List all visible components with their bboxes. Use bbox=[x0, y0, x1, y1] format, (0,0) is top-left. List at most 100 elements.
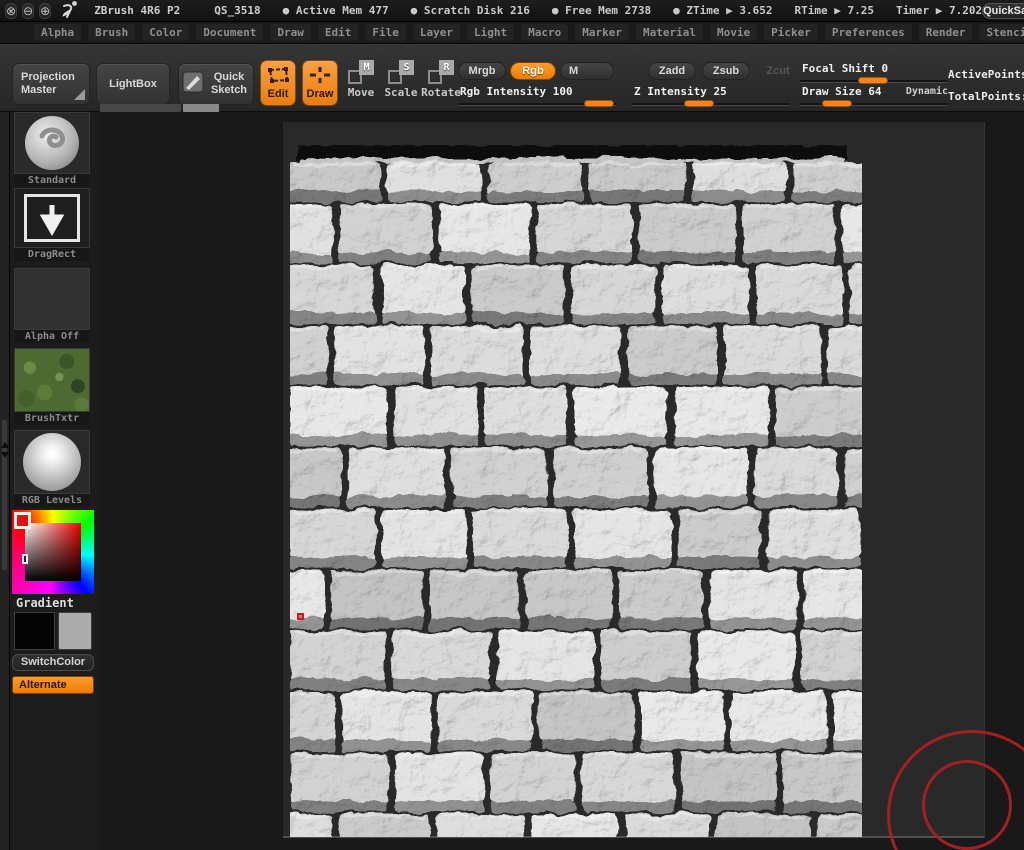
rotate-icon: R bbox=[428, 60, 454, 84]
stat-active-mem: ● Active Mem 477 bbox=[283, 4, 389, 17]
rgb-toggle-active[interactable]: Rgb bbox=[510, 62, 556, 80]
rgb-intensity-slider[interactable]: Rgb Intensity 100 bbox=[458, 85, 616, 107]
tray-edge-strip bbox=[100, 104, 181, 112]
brush-sphere-icon bbox=[25, 116, 79, 170]
brick-wall-render bbox=[290, 145, 862, 837]
menu-item-marker[interactable]: Marker bbox=[575, 24, 629, 41]
switch-color-button[interactable]: SwitchColor bbox=[12, 654, 94, 671]
gradient-label[interactable]: Gradient bbox=[16, 596, 74, 610]
menu-item-document[interactable]: Document bbox=[196, 24, 263, 41]
app-title: ZBrush 4R6 P2 bbox=[94, 4, 180, 17]
tray-divider[interactable] bbox=[0, 112, 10, 850]
current-stroke-thumbnail[interactable] bbox=[14, 188, 90, 248]
scale-label: Scale bbox=[384, 86, 417, 99]
transform-gizmo-icon bbox=[266, 66, 290, 87]
zsub-toggle[interactable]: Zsub bbox=[702, 62, 750, 80]
menu-item-movie[interactable]: Movie bbox=[710, 24, 757, 41]
canvas-background[interactable] bbox=[100, 112, 1024, 850]
rotate-mode-button[interactable]: R Rotate bbox=[422, 60, 460, 106]
menu-bar: Alpha Brush Color Document Draw Edit File Layer… bbox=[0, 22, 1024, 44]
main-color-swatch[interactable] bbox=[14, 612, 55, 650]
material-name-label: RGB Levels bbox=[14, 494, 90, 507]
saturation-value-square[interactable] bbox=[25, 523, 81, 581]
color-picker[interactable] bbox=[12, 510, 94, 594]
m-toggle[interactable]: M bbox=[560, 62, 614, 80]
current-alpha-thumbnail[interactable] bbox=[14, 268, 90, 330]
projection-master-button[interactable]: Projection Master bbox=[12, 63, 90, 105]
maximize-window-icon[interactable]: ⊕ bbox=[39, 3, 51, 19]
menu-item-file[interactable]: File bbox=[365, 24, 406, 41]
top-shelf-toolbar: Projection Master LightBox Quick Sketch … bbox=[0, 44, 1024, 112]
left-shelf: Standard DragRect Alpha Off BrushTxtr RG… bbox=[0, 112, 100, 850]
slider-handle[interactable] bbox=[822, 100, 852, 107]
current-material-thumbnail[interactable] bbox=[14, 430, 90, 494]
quick-sketch-label: Quick Sketch bbox=[208, 71, 250, 97]
red-circle-widget-inner bbox=[922, 760, 1012, 850]
color-cursor-icon[interactable] bbox=[22, 554, 28, 564]
stroke-name-label: DragRect bbox=[14, 248, 90, 261]
menu-item-macro[interactable]: Macro bbox=[521, 24, 568, 41]
draw-mode-button[interactable]: Draw bbox=[302, 60, 338, 106]
rgb-intensity-label: Rgb Intensity bbox=[460, 85, 546, 98]
menu-item-layer[interactable]: Layer bbox=[413, 24, 460, 41]
texture-name-label: BrushTxtr bbox=[14, 412, 90, 425]
zadd-toggle[interactable]: Zadd bbox=[648, 62, 696, 80]
sculpt-brick-wall[interactable] bbox=[290, 145, 862, 837]
scale-mode-button[interactable]: S Scale bbox=[382, 60, 420, 106]
stat-ztime: ● ZTime ▶ 3.652 bbox=[673, 4, 772, 17]
quick-sketch-button[interactable]: Quick Sketch bbox=[178, 63, 254, 105]
menu-item-brush[interactable]: Brush bbox=[88, 24, 135, 41]
draw-size-label: Draw Size bbox=[802, 85, 862, 98]
mrgb-toggle[interactable]: Mrgb bbox=[458, 62, 506, 80]
z-intensity-slider[interactable]: Z Intensity 25 bbox=[632, 85, 790, 107]
menu-item-preferences[interactable]: Preferences bbox=[825, 24, 912, 41]
brush-name-label: Standard bbox=[14, 174, 90, 187]
selected-color-swatch bbox=[14, 512, 31, 529]
focal-shift-slider[interactable]: Focal Shift 0 bbox=[800, 62, 948, 84]
stat-free-mem: ● Free Mem 2738 bbox=[552, 4, 651, 17]
menu-item-picker[interactable]: Picker bbox=[764, 24, 818, 41]
menu-item-light[interactable]: Light bbox=[467, 24, 514, 41]
rgb-intensity-value: 100 bbox=[553, 85, 573, 98]
current-brush-thumbnail[interactable] bbox=[14, 112, 90, 174]
rotate-label: Rotate bbox=[421, 86, 461, 99]
quicksave-button[interactable]: QuickSave bbox=[982, 3, 1024, 19]
alternate-button[interactable]: Alternate bbox=[12, 676, 94, 694]
lightbox-button[interactable]: LightBox bbox=[96, 63, 170, 105]
menu-item-draw[interactable]: Draw bbox=[270, 24, 311, 41]
edit-label: Edit bbox=[268, 88, 289, 100]
slider-handle[interactable] bbox=[584, 100, 614, 107]
minimize-window-icon[interactable]: ⊖ bbox=[22, 3, 34, 19]
move-icon: M bbox=[348, 60, 374, 84]
slider-handle[interactable] bbox=[684, 100, 714, 107]
zbrush-document-canvas[interactable] bbox=[283, 122, 985, 838]
focal-shift-label: Focal Shift bbox=[802, 62, 875, 75]
menu-item-render[interactable]: Render bbox=[919, 24, 973, 41]
points-readout: ActivePoints: TotalPoints: 1 bbox=[948, 64, 1024, 108]
material-sphere-icon bbox=[23, 433, 81, 491]
edit-mode-button[interactable]: Edit bbox=[260, 60, 296, 106]
secondary-color-swatch[interactable] bbox=[58, 612, 92, 650]
pen-icon bbox=[182, 71, 204, 97]
menu-item-stencil[interactable]: Stencil bbox=[979, 24, 1024, 41]
total-points-label: TotalPoints: 1 bbox=[948, 86, 1024, 108]
menu-item-edit[interactable]: Edit bbox=[318, 24, 359, 41]
z-intensity-value: 25 bbox=[713, 85, 726, 98]
menu-item-material[interactable]: Material bbox=[636, 24, 703, 41]
dynamic-label[interactable]: Dynamic bbox=[906, 86, 948, 97]
slider-handle[interactable] bbox=[858, 77, 888, 84]
title-bar: ⊗ ⊖ ⊕ ZBrush 4R6 P2 QS_3518 ● Active Mem… bbox=[0, 0, 1024, 22]
tray-toggle-up-icon[interactable] bbox=[1, 442, 9, 448]
zcut-toggle-disabled: Zcut bbox=[756, 62, 800, 80]
close-window-icon[interactable]: ⊗ bbox=[5, 3, 17, 19]
draw-size-slider[interactable]: Draw Size 64 Dynamic bbox=[800, 85, 948, 107]
tray-scroll-strip[interactable] bbox=[183, 104, 219, 112]
document-name: QS_3518 bbox=[214, 4, 260, 17]
move-mode-button[interactable]: M Move bbox=[342, 60, 380, 106]
menu-item-color[interactable]: Color bbox=[142, 24, 189, 41]
zbrush-logo-icon bbox=[61, 0, 80, 21]
menu-item-alpha[interactable]: Alpha bbox=[34, 24, 81, 41]
current-texture-thumbnail[interactable] bbox=[14, 348, 90, 412]
stroke-cursor-marker bbox=[297, 613, 304, 620]
tray-toggle-down-icon[interactable] bbox=[1, 452, 9, 458]
